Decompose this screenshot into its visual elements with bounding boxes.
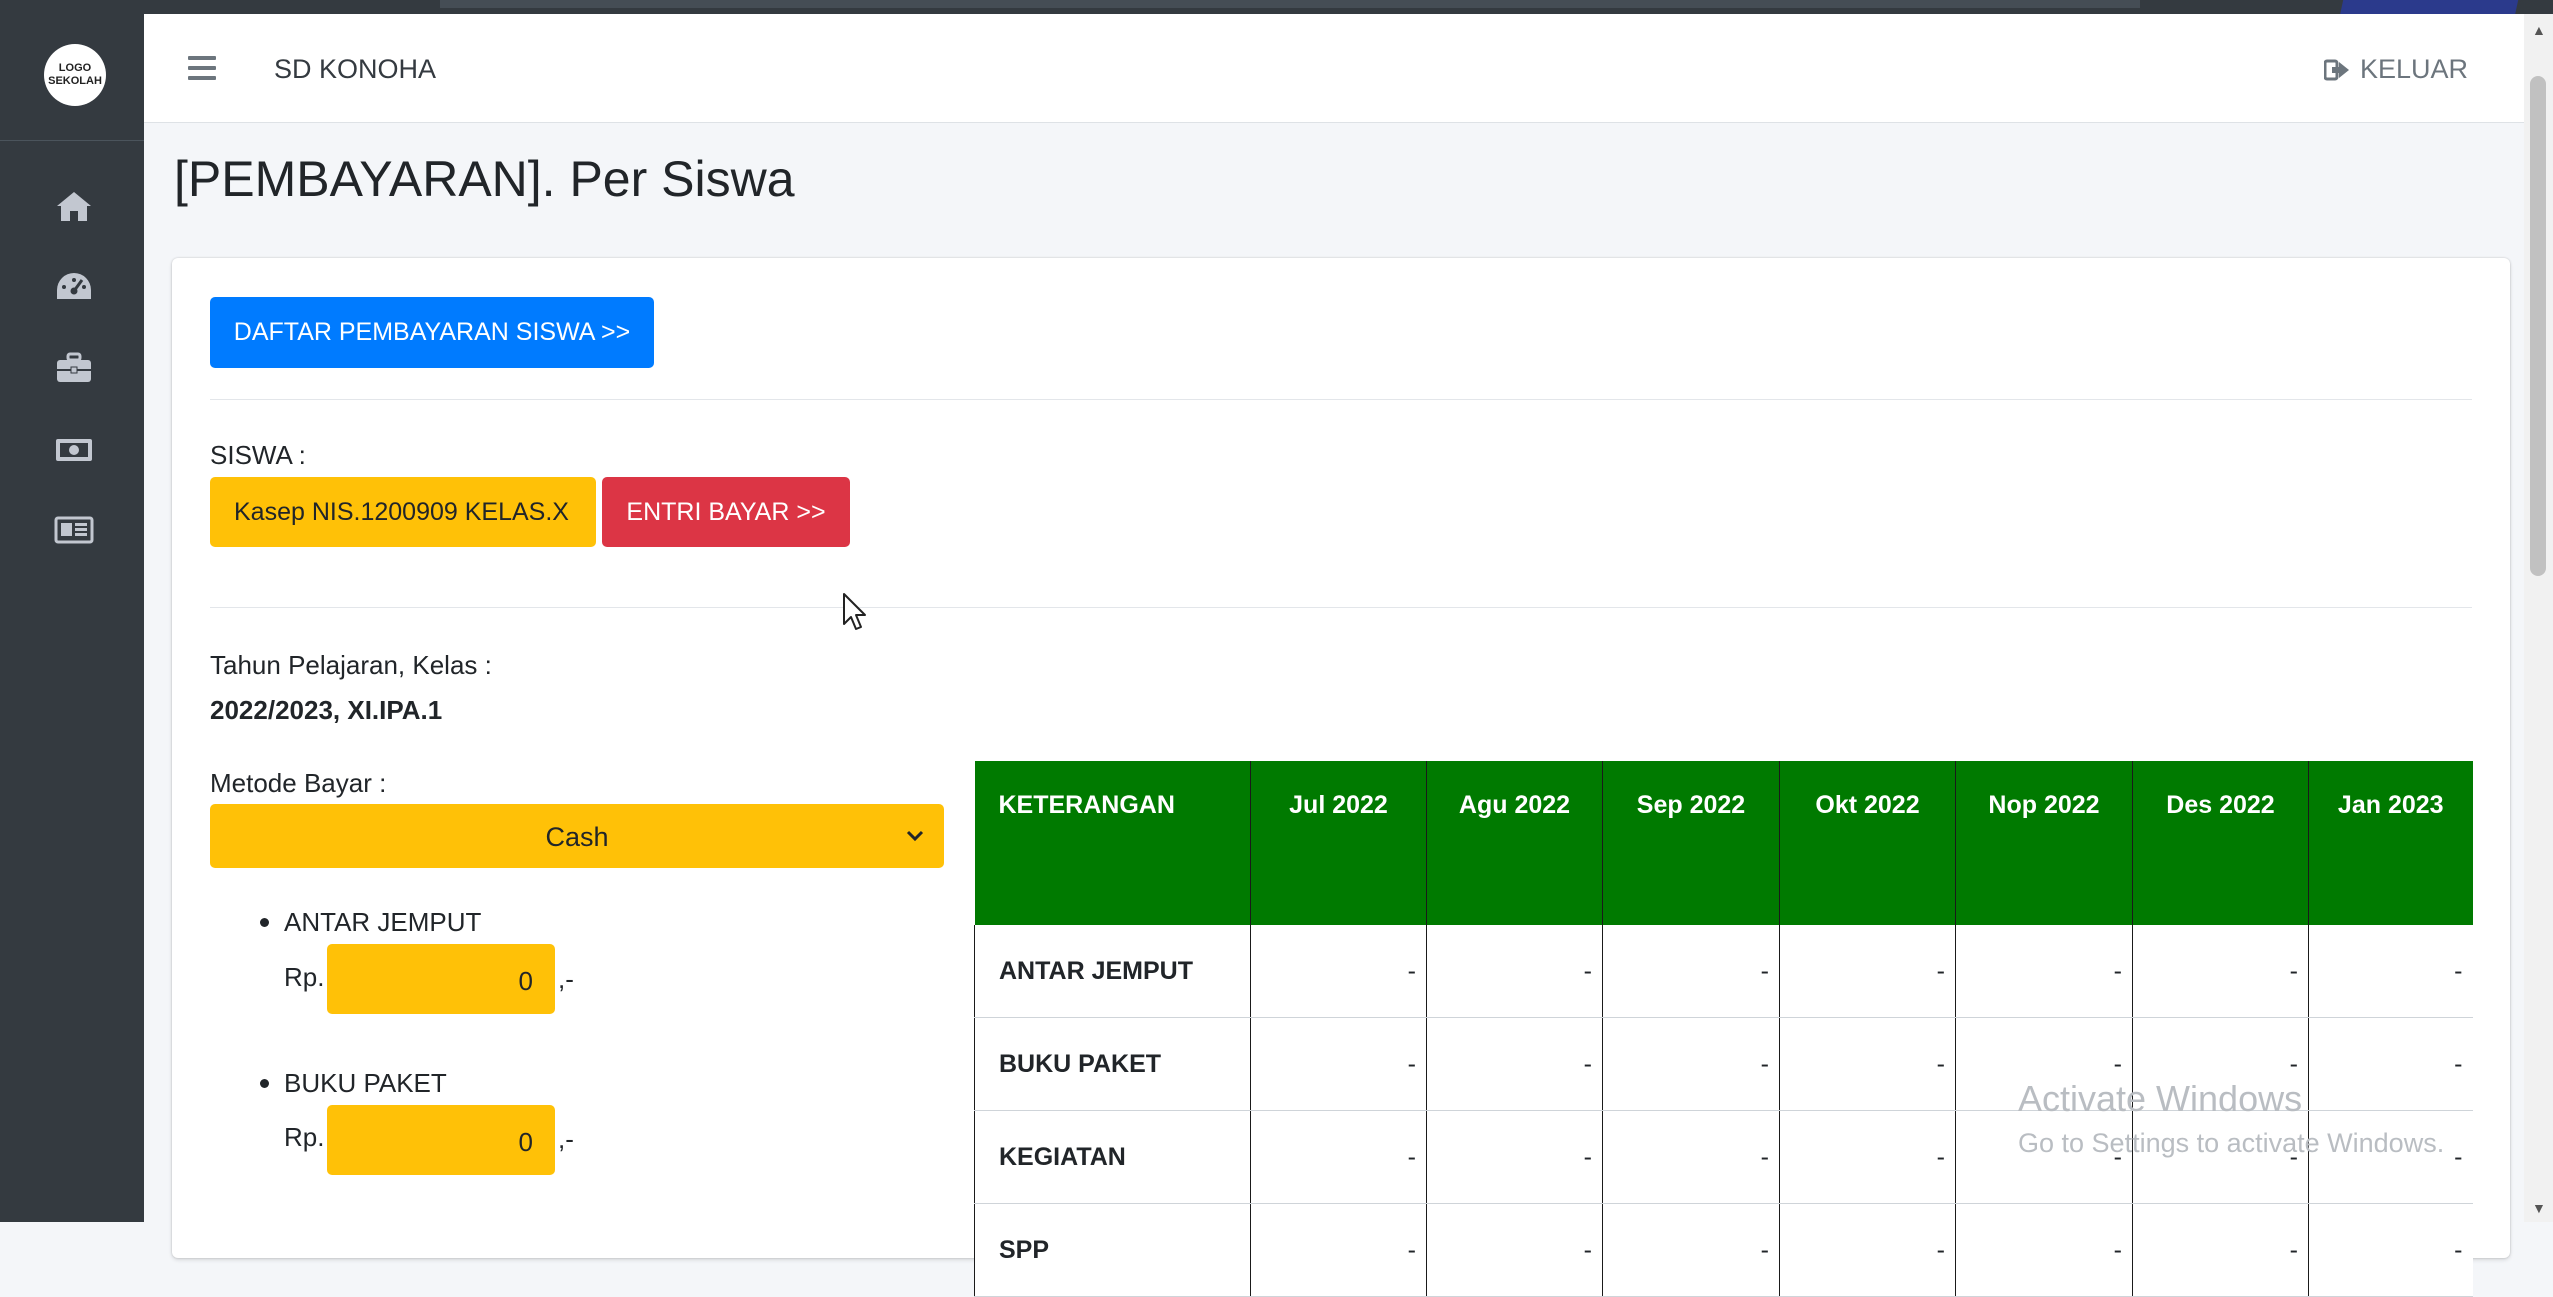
table-row: SPP - - - - - - - — [974, 1203, 2473, 1297]
sidebar: LOGO SEKOLAH — [0, 14, 144, 1222]
sidebar-item-dashboard[interactable] — [52, 264, 96, 308]
table-cell: - — [2132, 1203, 2309, 1297]
page-title: [PEMBAYARAN]. Per Siswa — [174, 151, 795, 207]
bullet-icon — [260, 1079, 269, 1088]
school-logo: LOGO SEKOLAH — [44, 44, 106, 106]
table-cell: - — [1250, 925, 1427, 1018]
table-header-row: KETERANGAN Jul 2022 Agu 2022 Sep 2022 Ok… — [974, 761, 2473, 925]
windows-activation-watermark: Activate Windows Go to Settings to activ… — [2018, 1078, 2444, 1159]
sidebar-item-report[interactable] — [52, 508, 96, 552]
amount-input[interactable]: 0 — [327, 944, 555, 1014]
column-header: Okt 2022 — [1779, 761, 1956, 925]
table-row: ANTAR JEMPUT - - - - - - - — [974, 925, 2473, 1018]
briefcase-icon — [57, 352, 91, 382]
sign-out-icon — [2323, 59, 2349, 80]
newspaper-icon — [54, 516, 94, 544]
amount-suffix: ,- — [558, 964, 574, 994]
sidebar-item-payment[interactable] — [52, 428, 96, 472]
table-cell: - — [1250, 1203, 1427, 1297]
table-cell: - — [1955, 925, 2133, 1018]
sidebar-brand[interactable]: LOGO SEKOLAH — [0, 14, 144, 141]
bullet-icon — [260, 918, 269, 927]
table-cell: - — [2308, 925, 2473, 1018]
column-header: Des 2022 — [2132, 761, 2309, 925]
row-label: ANTAR JEMPUT — [974, 925, 1251, 1018]
table-cell: - — [2308, 1203, 2473, 1297]
amount-input[interactable]: 0 — [327, 1105, 555, 1175]
money-icon — [56, 439, 92, 461]
top-navbar: SD KONOHA KELUAR — [144, 14, 2524, 123]
logout-button[interactable]: KELUAR — [2323, 54, 2468, 85]
watermark-subtitle: Go to Settings to activate Windows. — [2018, 1128, 2445, 1158]
table-cell: - — [1779, 1017, 1956, 1111]
column-header: Agu 2022 — [1426, 761, 1603, 925]
year-class-value: 2022/2023, XI.IPA.1 — [210, 695, 443, 725]
column-header: Jul 2022 — [1250, 761, 1427, 925]
home-icon — [57, 192, 91, 221]
table-cell: - — [1602, 1203, 1780, 1297]
table-cell: - — [1602, 925, 1780, 1018]
column-header: Sep 2022 — [1602, 761, 1780, 925]
payment-status-table: KETERANGAN Jul 2022 Agu 2022 Sep 2022 Ok… — [974, 761, 2473, 1297]
amount-suffix: ,- — [558, 1124, 574, 1154]
menu-toggle-icon[interactable] — [188, 56, 216, 80]
table-cell: - — [1955, 1203, 2133, 1297]
currency-label: Rp. — [284, 962, 325, 992]
table-cell: - — [1779, 925, 1956, 1018]
table-cell: - — [1426, 1110, 1603, 1204]
mouse-cursor-icon — [843, 593, 866, 630]
table-cell: - — [1779, 1203, 1956, 1297]
watermark-title: Activate Windows — [2018, 1078, 2303, 1119]
table-cell: - — [1602, 1017, 1780, 1111]
payment-method-label: Metode Bayar : — [210, 768, 387, 798]
table-cell: - — [1426, 1017, 1603, 1111]
sidebar-item-briefcase[interactable] — [52, 346, 96, 390]
column-header: KETERANGAN — [974, 761, 1251, 925]
chevron-down-icon — [906, 830, 924, 842]
payment-list-button[interactable]: DAFTAR PEMBAYARAN SISWA >> — [210, 297, 654, 368]
scroll-down-icon[interactable]: ▼ — [2532, 1200, 2546, 1216]
entry-payment-button[interactable]: ENTRI BAYAR >> — [602, 477, 850, 547]
table-cell: - — [1426, 1203, 1603, 1297]
student-label: SISWA : — [210, 440, 306, 470]
payment-item-name: BUKU PAKET — [284, 1068, 447, 1098]
school-name: SD KONOHA — [274, 54, 437, 84]
page-scrollbar[interactable]: ▲ ▼ — [2524, 14, 2553, 1222]
table-cell: - — [1426, 925, 1603, 1018]
scroll-thumb[interactable] — [2530, 76, 2546, 576]
table-cell: - — [2132, 925, 2309, 1018]
table-cell: - — [1779, 1110, 1956, 1204]
student-select[interactable]: Kasep NIS.1200909 KELAS.X — [210, 477, 596, 547]
window-top-strip — [0, 0, 2553, 30]
payment-method-select[interactable]: Cash — [210, 804, 944, 868]
payment-item-name: ANTAR JEMPUT — [284, 907, 482, 937]
year-class-label: Tahun Pelajaran, Kelas : — [210, 650, 492, 680]
scroll-up-icon[interactable]: ▲ — [2532, 22, 2546, 38]
column-header: Nop 2022 — [1955, 761, 2133, 925]
window-top-bar — [440, 0, 2140, 8]
table-cell: - — [1602, 1110, 1780, 1204]
row-label: SPP — [974, 1203, 1251, 1297]
currency-label: Rp. — [284, 1122, 325, 1152]
table-cell: - — [1250, 1110, 1427, 1204]
logout-label: KELUAR — [2359, 54, 2468, 84]
column-header: Jan 2023 — [2308, 761, 2473, 925]
dashboard-icon — [57, 273, 91, 299]
divider — [210, 607, 2472, 608]
payment-method-value: Cash — [545, 822, 609, 852]
row-label: KEGIATAN — [974, 1110, 1251, 1204]
table-cell: - — [1250, 1017, 1427, 1111]
divider — [210, 399, 2472, 400]
sidebar-item-home[interactable] — [52, 184, 96, 228]
row-label: BUKU PAKET — [974, 1017, 1251, 1111]
